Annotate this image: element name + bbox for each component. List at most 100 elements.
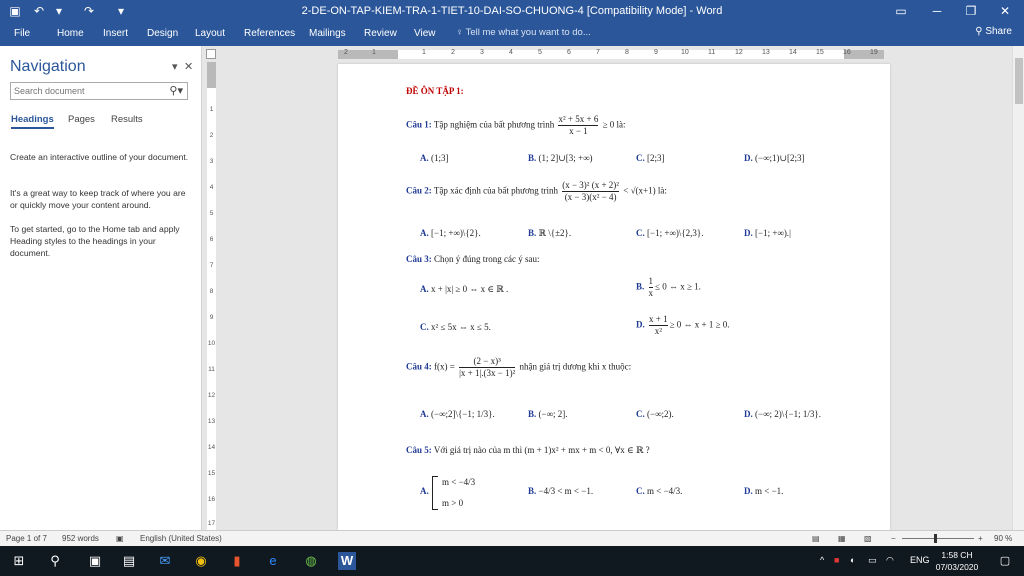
q4-option-a[interactable]: A. (−∞;2]\{−1; 1/3}. <box>420 409 495 419</box>
option-value: ℝ \{±2}. <box>538 228 572 238</box>
word-count[interactable]: 952 words <box>62 534 99 543</box>
ruler-tick: 12 <box>735 49 743 56</box>
document-page[interactable]: ĐỀ ÔN TẬP 1: Câu 1: Tập nghiệm của bất p… <box>338 64 890 530</box>
vruler-tick: 5 <box>209 210 214 217</box>
bracket <box>432 476 438 510</box>
ruler-tick: 1 <box>372 49 376 56</box>
windows-start-icon[interactable]: ⊞ <box>10 552 28 570</box>
q3-option-a[interactable]: A. x + |x| ≥ 0 ⇔ x ∈ ℝ . <box>420 284 508 295</box>
text-cursor: | <box>789 228 791 238</box>
tab-home[interactable]: Home <box>57 27 84 41</box>
clock-time: 1:58 CH <box>941 550 973 560</box>
tab-file[interactable]: File <box>14 27 30 41</box>
nav-help-text-3: To get started, go to the Home tab and a… <box>10 224 180 258</box>
scrollbar-thumb[interactable] <box>1015 58 1023 104</box>
tab-review[interactable]: Review <box>364 27 397 41</box>
tab-selector[interactable] <box>206 49 216 59</box>
read-mode-icon[interactable]: ▤ <box>812 534 820 543</box>
antivirus-icon[interactable]: ■ <box>834 555 839 565</box>
ruler-tick: 3 <box>480 49 484 56</box>
search-document-input[interactable] <box>14 84 164 98</box>
q5-option-b[interactable]: B. −4/3 < m < −1. <box>528 486 593 496</box>
vertical-ruler[interactable]: 1 2 3 4 5 6 7 8 9 10 11 12 13 14 15 16 1… <box>204 62 218 530</box>
q2-option-a[interactable]: A. [−1; +∞)\{2}. <box>420 228 481 238</box>
wifi-icon[interactable]: ◠ <box>886 555 894 566</box>
zoom-in-icon[interactable]: + <box>978 534 983 543</box>
nav-tab-headings[interactable]: Headings <box>11 114 54 129</box>
q2-option-b[interactable]: B. ℝ \{±2}. <box>528 228 571 239</box>
navigation-pane: Navigation ▾ ✕ ⚲▾ Headings Pages Results… <box>0 46 202 530</box>
zoom-level[interactable]: 90 % <box>994 534 1012 543</box>
q4-option-d[interactable]: D. (−∞; 2)\{−1; 1/3}. <box>744 409 821 419</box>
search-icon[interactable]: ⚲ <box>46 552 64 570</box>
top-margin-area <box>207 62 216 88</box>
q5-option-c[interactable]: C. m < −4/3. <box>636 486 682 496</box>
tab-layout[interactable]: Layout <box>195 27 225 41</box>
ruler-tick: 7 <box>596 49 600 56</box>
q3-option-b[interactable]: B. 1 x ≤ 0 ⇔ x ≥ 1. <box>636 276 701 299</box>
edge-icon[interactable]: e <box>264 552 282 570</box>
horizontal-ruler[interactable]: 2 1 1 2 3 4 5 6 7 8 9 10 11 12 13 14 15 … <box>204 46 1012 62</box>
q1-option-b[interactable]: B. (1; 2]∪[3; +∞) <box>528 153 593 164</box>
q3-option-c[interactable]: C. x² ≤ 5x ⇔ x ≤ 5. <box>420 322 491 332</box>
show-hidden-icons-icon[interactable]: ^ <box>820 555 824 565</box>
word-icon[interactable]: W <box>338 552 356 570</box>
close-icon[interactable]: ✕ <box>990 0 1020 22</box>
zoom-slider[interactable] <box>902 534 974 543</box>
q4-option-b[interactable]: B. (−∞; 2]. <box>528 409 568 419</box>
nav-help-text-1: Create an interactive outline of your do… <box>10 152 189 162</box>
vruler-tick: 8 <box>209 288 214 295</box>
tab-mailings[interactable]: Mailings <box>309 27 346 41</box>
question-5-tail: (m + 1)x² + mx + m < 0, ∀x ∈ ℝ ? <box>524 445 650 455</box>
q5-option-d[interactable]: D. m < −1. <box>744 486 783 496</box>
clock[interactable]: 1:58 CH 07/03/2020 <box>930 549 984 573</box>
q1-option-a[interactable]: A. (1;3] <box>420 153 449 163</box>
zoom-knob[interactable] <box>934 534 937 543</box>
notifications-icon[interactable]: ▢ <box>996 552 1014 570</box>
search-icon[interactable]: ⚲▾ <box>169 84 183 97</box>
q1-option-c[interactable]: C. [2;3] <box>636 153 665 163</box>
ruler-tick: 14 <box>789 49 797 56</box>
q4-option-c[interactable]: C. (−∞;2). <box>636 409 674 419</box>
print-layout-icon[interactable]: ▦ <box>838 534 846 543</box>
fraction-denominator: x <box>648 288 654 298</box>
q2-option-c[interactable]: C. [−1; +∞)\{2,3}. <box>636 228 703 238</box>
q1-option-d[interactable]: D. (−∞;1)∪[2;3] <box>744 153 805 164</box>
tab-view[interactable]: View <box>414 27 436 41</box>
nav-tab-pages[interactable]: Pages <box>68 114 95 125</box>
share-button[interactable]: ⚲ Share <box>975 26 1012 37</box>
input-language[interactable]: ENG <box>910 555 930 565</box>
file-explorer-icon[interactable]: ▤ <box>120 552 138 570</box>
office-icon[interactable]: ▮ <box>228 552 246 570</box>
ruler-tick: 9 <box>654 49 658 56</box>
ruler-tick: 13 <box>762 49 770 56</box>
close-pane-icon[interactable]: ✕ <box>184 60 193 73</box>
tab-insert[interactable]: Insert <box>103 27 128 41</box>
tray-app-icon[interactable]: ◐ <box>850 555 855 565</box>
pane-options-icon[interactable]: ▾ <box>172 60 178 73</box>
tab-design[interactable]: Design <box>147 27 178 41</box>
chrome-icon[interactable]: ◉ <box>192 552 210 570</box>
question-3-text: Chọn ý đúng trong các ý sau: <box>434 254 540 264</box>
ribbon-display-options-icon[interactable]: ▭ <box>886 0 916 22</box>
battery-icon[interactable]: ▭ <box>868 555 877 566</box>
nav-tab-results[interactable]: Results <box>111 114 143 125</box>
vruler-tick: 9 <box>209 314 214 321</box>
q3-option-d[interactable]: D. x + 1 x² ≥ 0 ⇔ x + 1 ≥ 0. <box>636 314 730 337</box>
web-layout-icon[interactable]: ▧ <box>864 534 872 543</box>
tell-me-box[interactable]: ♀ Tell me what you want to do... <box>456 27 591 38</box>
store-icon[interactable]: ▣ <box>86 552 104 570</box>
mail-icon[interactable]: ✉ <box>156 552 174 570</box>
zoom-out-icon[interactable]: − <box>891 534 896 543</box>
proofing-icon[interactable]: ▣ <box>116 534 124 543</box>
ruler-tick: 5 <box>538 49 542 56</box>
page-count[interactable]: Page 1 of 7 <box>6 534 47 543</box>
app-icon[interactable]: ◍ <box>302 552 320 570</box>
tab-references[interactable]: References <box>244 27 295 41</box>
vertical-scrollbar[interactable] <box>1012 46 1024 530</box>
minimize-icon[interactable]: ─ <box>922 0 952 22</box>
option-line-2: m > 0 <box>442 498 464 508</box>
q2-option-d[interactable]: D. [−1; +∞).| <box>744 228 791 238</box>
restore-icon[interactable]: ❐ <box>956 0 986 22</box>
language[interactable]: English (United States) <box>140 534 222 543</box>
